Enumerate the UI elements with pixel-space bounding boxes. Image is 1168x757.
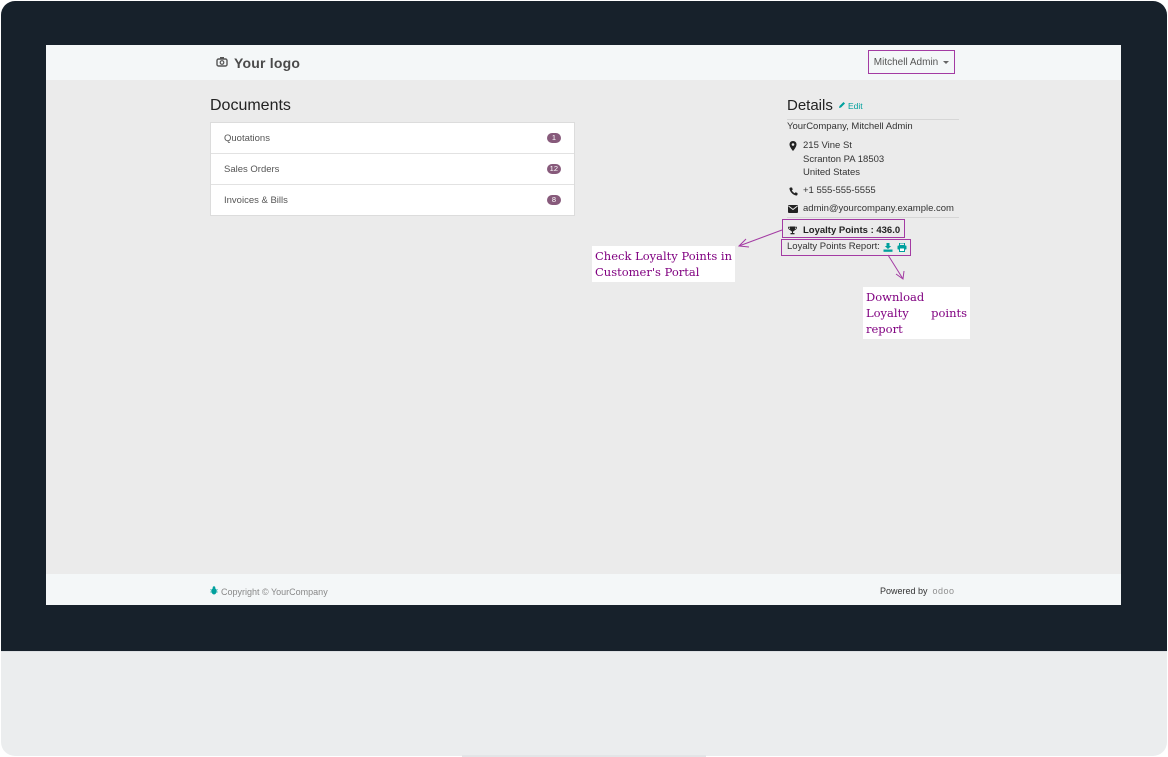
powered-by-text: Powered by [880,586,928,596]
arrow-to-report-icons [887,254,905,280]
monitor-chin [1,651,1167,756]
annotation-arrows [737,229,905,280]
bug-icon [210,586,218,597]
monitor-frame: Your logo Mitchell Admin Documents Quota… [0,0,1168,757]
page-footer: Copyright © YourCompany Powered by odoo [46,574,1121,605]
powered-by: Powered by odoo [880,586,955,596]
copyright-text: Copyright © YourCompany [221,586,328,597]
browser-viewport: Your logo Mitchell Admin Documents Quota… [46,45,1121,605]
odoo-logo[interactable]: odoo [933,586,955,596]
arrow-to-loyalty-points [737,229,783,248]
copyright: Copyright © YourCompany [210,586,328,597]
